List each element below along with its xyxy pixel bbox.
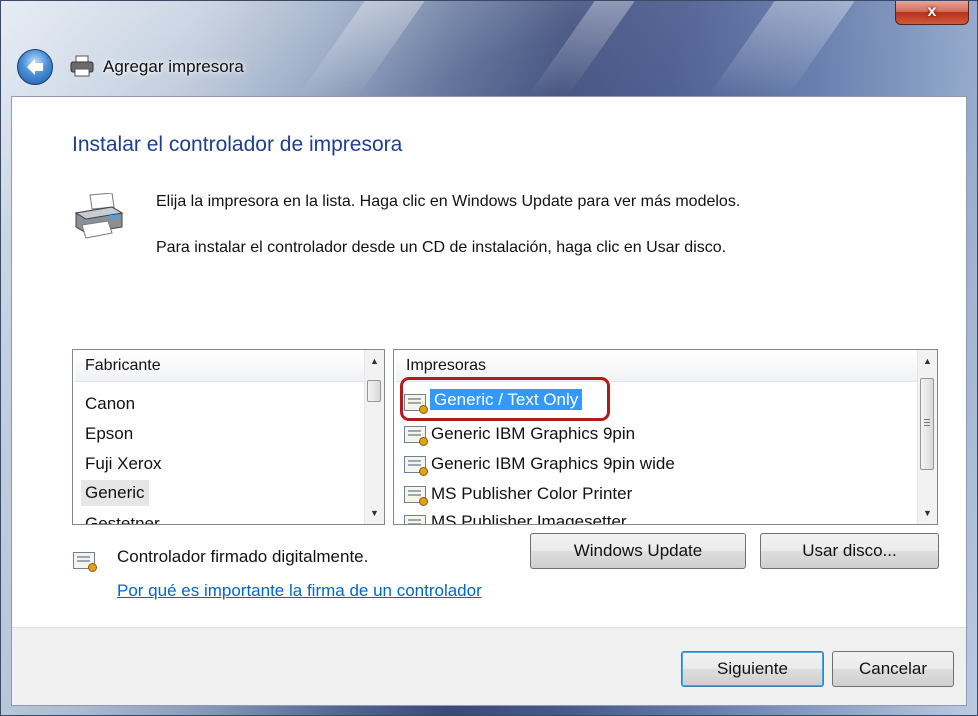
printer-icon [70,55,94,77]
instruction-line-1: Elija la impresora en la lista. Haga cli… [156,193,741,210]
list-item-selected[interactable]: Generic [81,480,149,506]
scroll-up-icon[interactable]: ▲ [918,352,937,370]
scrollbar-thumb[interactable] [367,380,381,402]
printer-scrollbar[interactable]: ▲ ▼ [917,350,937,524]
cancel-button[interactable]: Cancelar [832,651,954,687]
list-item[interactable]: Canon [85,394,135,414]
dialog-client-area: Instalar el controlador de impresora Eli… [11,96,967,706]
list-item[interactable]: MS Publisher Color Printer [431,484,632,504]
scroll-up-icon[interactable]: ▲ [365,352,384,370]
back-arrow-icon [27,59,43,75]
certificate-icon [404,515,426,524]
certificate-icon [404,456,428,476]
list-item[interactable]: Gestetner [85,514,160,524]
glass-streak [707,1,855,97]
close-icon: x [927,3,937,20]
scrollbar-thumb[interactable] [920,378,934,470]
back-button[interactable] [17,49,53,85]
manufacturer-list[interactable]: Fabricante Canon Epson Fuji Xerox Generi… [72,349,385,525]
page-title: Instalar el controlador de impresora [72,133,403,156]
windows-update-button[interactable]: Windows Update [530,533,746,569]
window-title: Agregar impresora [103,57,244,76]
signature-status: Controlador firmado digitalmente. [117,547,369,566]
certificate-icon [404,486,428,506]
window-frame: x Agregar impresora Instalar el controla… [0,0,978,716]
list-item[interactable]: Fuji Xerox [85,454,162,474]
dialog-footer: Siguiente Cancelar [12,627,966,705]
certificate-icon [404,426,428,446]
list-item[interactable]: Generic IBM Graphics 9pin wide [431,454,675,474]
list-item[interactable]: Epson [85,424,133,444]
next-button[interactable]: Siguiente [681,651,824,687]
grip-icon [924,419,930,420]
signed-driver-certificate-icon [73,552,97,572]
printer-list[interactable]: Impresoras Generic / Text Only Generic I… [393,349,938,525]
glass-streak [527,1,635,97]
scroll-down-icon[interactable]: ▼ [918,504,937,522]
selection-highlight-ring [400,377,610,421]
list-item[interactable]: Generic IBM Graphics 9pin [431,424,635,444]
close-button[interactable]: x [895,1,969,25]
list-item[interactable]: MS Publisher Imagesetter [431,512,627,524]
scroll-down-icon[interactable]: ▼ [365,504,384,522]
printer-illustration-icon [74,193,124,239]
manufacturer-list-header[interactable]: Fabricante [75,352,365,382]
use-disk-button[interactable]: Usar disco... [760,533,939,569]
glass-streak [297,1,425,97]
manufacturer-scrollbar[interactable]: ▲ ▼ [364,350,384,524]
instruction-line-2: Para instalar el controlador desde un CD… [156,239,727,256]
signature-help-link[interactable]: Por qué es importante la firma de un con… [117,581,482,601]
